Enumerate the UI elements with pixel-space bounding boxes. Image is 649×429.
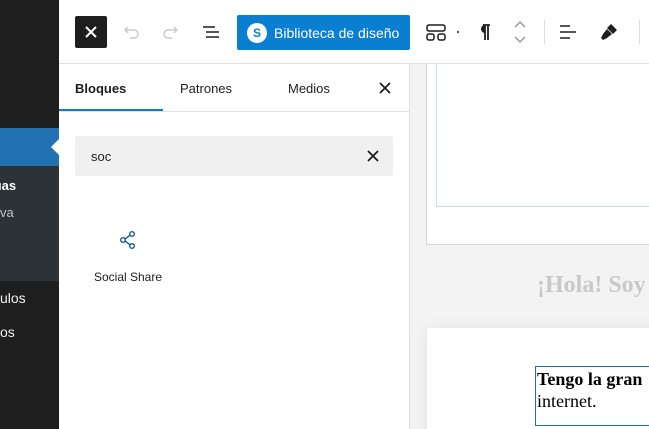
block-inserter-panel: Bloques Patrones Medios Social Share: [59, 64, 410, 429]
block-search-box: [75, 136, 393, 176]
sidebar-item-medios[interactable]: os: [0, 324, 15, 340]
layout-button[interactable]: [420, 16, 452, 48]
canvas-paragraph[interactable]: Tengo la gran internet.: [535, 366, 649, 426]
tab-bloques[interactable]: Bloques: [75, 64, 126, 112]
canvas-block-inner[interactable]: [436, 64, 649, 207]
brush-icon: [601, 24, 617, 40]
close-icon: [367, 150, 379, 162]
chevron-up-down-icon: [514, 20, 526, 44]
close-panel-button[interactable]: [375, 78, 395, 98]
toolbar-separator: [544, 20, 545, 44]
sidebar-active-item[interactable]: [0, 128, 59, 166]
align-left-icon: [560, 25, 576, 39]
paragraph-button[interactable]: [468, 16, 500, 48]
close-icon: [85, 26, 97, 38]
tab-patrones[interactable]: Patrones: [180, 64, 232, 112]
tab-medios[interactable]: Medios: [288, 64, 330, 112]
canvas-heading[interactable]: ¡Hola! Soy: [537, 272, 646, 299]
submenu-item-current[interactable]: ıas: [0, 178, 16, 193]
close-inserter-button[interactable]: [75, 16, 107, 48]
document-overview-button[interactable]: [195, 16, 227, 48]
design-library-button[interactable]: S Biblioteca de diseño: [237, 15, 410, 50]
share-icon: [120, 231, 135, 249]
wp-admin-sidebar: ıas va ulos os: [0, 0, 59, 429]
undo-icon: [123, 26, 139, 39]
stackable-logo-icon: S: [247, 22, 267, 43]
inserter-tabs: Bloques Patrones Medios: [59, 64, 409, 112]
block-result-label: Social Share: [93, 270, 163, 284]
redo-icon: [163, 26, 179, 39]
design-library-label: Biblioteca de diseño: [274, 24, 400, 41]
toolbar-dot: [457, 31, 459, 33]
sidebar-item-articulos[interactable]: ulos: [0, 290, 26, 306]
list-view-icon: [203, 26, 219, 38]
block-result-social-share[interactable]: Social Share: [89, 224, 167, 294]
redo-button[interactable]: [155, 16, 187, 48]
selection-outline: [535, 366, 649, 426]
align-button[interactable]: [552, 16, 584, 48]
submenu-item-new[interactable]: va: [0, 205, 14, 220]
clear-search-button[interactable]: [365, 148, 381, 164]
sidebar-submenu: ıas va: [0, 166, 59, 281]
toolbar-separator: [639, 20, 640, 44]
active-tab-indicator: [59, 109, 163, 111]
editor-toolbar: S Biblioteca de diseño: [59, 0, 649, 64]
canvas-card[interactable]: Tengo la gran internet.: [427, 328, 649, 429]
styles-button[interactable]: [593, 16, 625, 48]
block-search-input[interactable]: [75, 136, 355, 176]
close-icon: [379, 82, 391, 94]
layout-grid-icon: [426, 24, 446, 41]
canvas-block-outer[interactable]: [426, 64, 649, 245]
pilcrow-icon: [481, 24, 490, 40]
editor-canvas: ¡Hola! Soy Tengo la gran internet.: [410, 64, 649, 429]
move-button[interactable]: [504, 16, 536, 48]
undo-button[interactable]: [115, 16, 147, 48]
